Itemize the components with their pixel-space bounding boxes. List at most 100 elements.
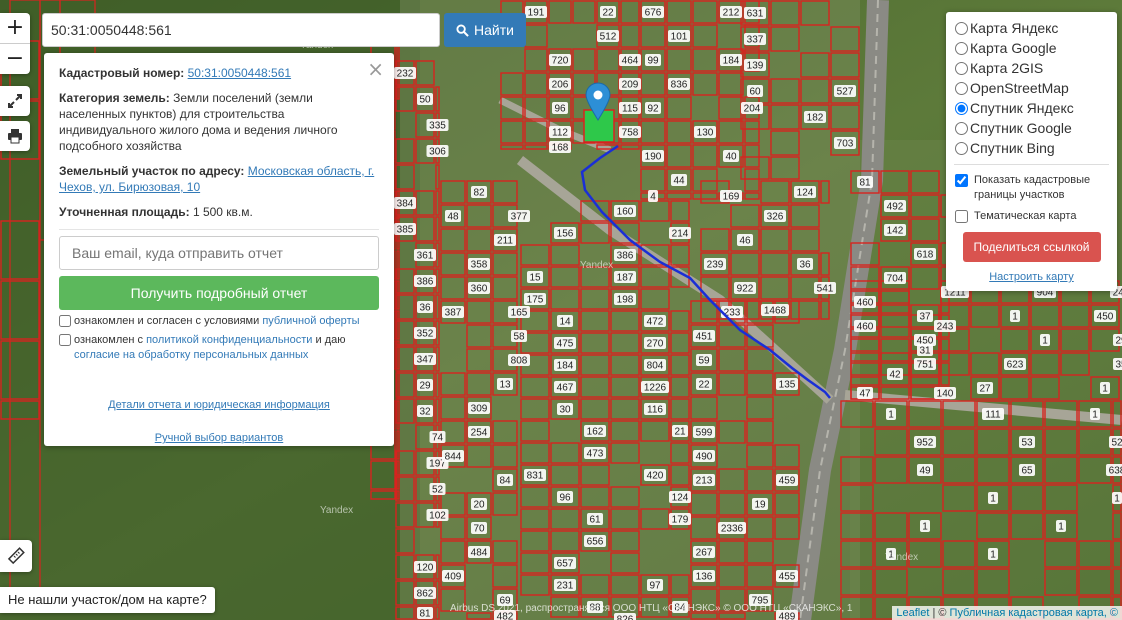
svg-text:102: 102	[429, 511, 446, 522]
share-link-button[interactable]: Поделиться ссылкой	[962, 232, 1101, 262]
svg-text:213: 213	[696, 476, 713, 487]
layer-option[interactable]: OpenStreetMap	[954, 78, 1109, 98]
svg-text:136: 136	[696, 572, 713, 583]
svg-text:309: 309	[471, 404, 488, 415]
layer-radio[interactable]	[955, 21, 968, 35]
svg-text:1468: 1468	[764, 306, 787, 317]
personal-data-consent-link[interactable]: согласие на обработку персональных данны…	[74, 349, 308, 361]
layer-option[interactable]: Карта Яндекс	[954, 18, 1109, 38]
svg-text:124: 124	[797, 188, 814, 199]
svg-text:52: 52	[1111, 438, 1122, 449]
get-report-button[interactable]: Получить подробный отчет	[59, 276, 379, 310]
plot-number-label: 191	[525, 6, 547, 19]
svg-text:459: 459	[779, 476, 796, 487]
plot-number-label: 804	[644, 359, 666, 372]
privacy-policy-link[interactable]: политикой конфиденциальности	[146, 334, 312, 346]
layer-option[interactable]: Карта 2GIS	[954, 58, 1109, 78]
layer-radio[interactable]	[955, 61, 968, 75]
svg-text:450: 450	[1097, 312, 1114, 323]
svg-text:952: 952	[917, 438, 934, 449]
plot-number-label: 81	[857, 176, 873, 189]
svg-text:206: 206	[552, 80, 569, 91]
layer-radio[interactable]	[955, 121, 968, 135]
svg-text:385: 385	[397, 225, 414, 236]
configure-map-link[interactable]: Настроить карту	[954, 271, 1109, 283]
not-found-button[interactable]: Не нашли участок/дом на карте?	[0, 587, 215, 613]
svg-text:1: 1	[1114, 494, 1120, 505]
layer-radio[interactable]	[955, 141, 968, 155]
manual-selection-link[interactable]: Ручной выбор вариантов	[59, 432, 379, 444]
plot-number-label: 169	[720, 190, 742, 203]
svg-text:1: 1	[990, 550, 996, 561]
plot-number-label: 30	[557, 403, 573, 416]
pkk-link[interactable]: Публичная кадастровая карта, ©	[950, 607, 1118, 619]
plot-number-label: 751	[914, 358, 936, 371]
privacy-checkbox[interactable]	[59, 334, 71, 346]
plot-number-label: 74	[429, 431, 446, 444]
layer-option[interactable]: Спутник Google	[954, 118, 1109, 138]
thematic-map-checkbox[interactable]	[955, 210, 968, 223]
layer-option[interactable]: Спутник Bing	[954, 138, 1109, 158]
public-offer-link[interactable]: публичной оферты	[262, 315, 359, 327]
thematic-map-option[interactable]: Тематическая карта	[954, 209, 1109, 224]
svg-text:14: 14	[559, 317, 571, 328]
plot-number-label: 190	[642, 150, 664, 163]
yandex-watermark: Yandex	[320, 505, 354, 516]
svg-text:1: 1	[1102, 384, 1108, 395]
plot-number-label: 1468	[761, 304, 789, 317]
zoom-in-button[interactable]: +	[0, 13, 30, 43]
svg-text:826: 826	[617, 615, 634, 620]
svg-text:464: 464	[622, 56, 639, 67]
layer-option[interactable]: Спутник Яндекс	[954, 98, 1109, 118]
zoom-out-button[interactable]: −	[0, 43, 30, 74]
plot-number-label: 47	[857, 387, 873, 400]
offer-checkbox[interactable]	[59, 315, 71, 327]
show-borders-checkbox[interactable]	[955, 174, 968, 187]
svg-text:44: 44	[673, 176, 685, 187]
show-borders-label: Показать кадастровые границы участков	[974, 174, 1091, 201]
base-layer-list: Карта Яндекс Карта Google Карта 2GIS OpenSt…	[954, 18, 1109, 158]
svg-text:84: 84	[499, 476, 511, 487]
plot-number-label: 704	[884, 272, 906, 285]
plot-number-label: 656	[584, 535, 606, 548]
thematic-map-label: Тематическая карта	[974, 210, 1077, 222]
svg-text:101: 101	[671, 32, 688, 43]
plot-number-label: 490	[693, 450, 715, 463]
land-category-label: Категория земель:	[59, 91, 170, 105]
svg-text:204: 204	[744, 104, 761, 115]
address-row: Земельный участок по адресу: Московская …	[59, 163, 379, 195]
layer-radio[interactable]	[955, 81, 968, 95]
cadastral-number-label: Кадастровый номер:	[59, 66, 185, 80]
show-borders-option[interactable]: Показать кадастровые границы участков	[954, 173, 1109, 203]
close-icon[interactable]: ×	[367, 57, 384, 81]
svg-text:160: 160	[617, 207, 634, 218]
plot-number-label: 386	[614, 249, 636, 262]
svg-text:1: 1	[1058, 522, 1064, 533]
report-details-link[interactable]: Детали отчета и юридическая информация	[59, 399, 379, 411]
email-field[interactable]	[59, 236, 379, 270]
ruler-button[interactable]	[0, 540, 32, 572]
plot-number-label: 61	[587, 513, 603, 526]
plot-number-label: 59	[696, 354, 712, 367]
svg-text:1: 1	[1092, 410, 1098, 421]
layer-radio[interactable]	[955, 101, 968, 115]
fullscreen-button[interactable]	[0, 86, 30, 116]
layer-option[interactable]: Карта Google	[954, 38, 1109, 58]
print-button[interactable]	[0, 121, 30, 151]
layer-radio[interactable]	[955, 41, 968, 55]
svg-text:492: 492	[887, 202, 904, 213]
svg-text:704: 704	[887, 274, 904, 285]
svg-text:70: 70	[473, 524, 485, 535]
svg-text:29: 29	[419, 381, 431, 392]
svg-text:139: 139	[747, 61, 764, 72]
svg-text:120: 120	[417, 563, 434, 574]
plot-number-label: 337	[744, 33, 766, 46]
leaflet-link[interactable]: Leaflet	[896, 607, 929, 619]
plot-number-label: 52	[1109, 436, 1122, 449]
search-button[interactable]: Найти	[444, 13, 526, 47]
plot-number-label: 32	[417, 405, 433, 418]
cadastral-search-input[interactable]	[42, 13, 440, 47]
svg-text:450: 450	[917, 336, 934, 347]
cadastral-number-link[interactable]: 50:31:0050448:561	[188, 66, 291, 80]
svg-text:384: 384	[397, 199, 414, 210]
